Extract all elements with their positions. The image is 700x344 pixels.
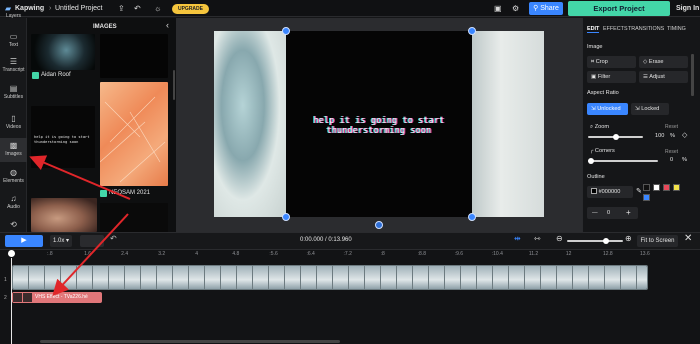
kapwing-editor: ▰ Kapwing › Untitled Project ⇪ ↶ ☼ UPGRA…: [0, 0, 700, 344]
annotation-arrows: [29, 155, 131, 296]
annotation-arrow-to-clip: [52, 213, 129, 296]
annotation-arrow-to-images: [29, 155, 131, 200]
